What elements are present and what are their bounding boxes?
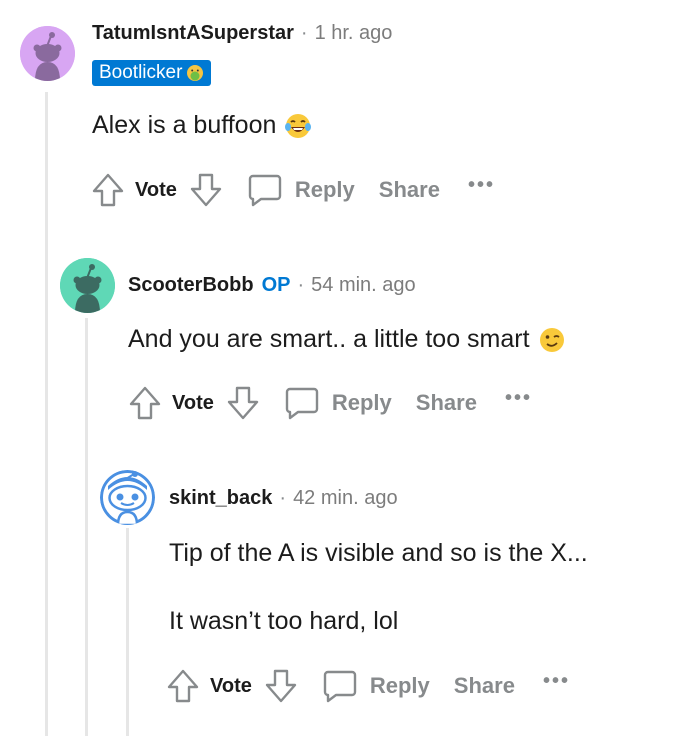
snoo-avatar-icon [100,470,155,525]
upvote-icon[interactable] [91,172,125,208]
avatar[interactable] [60,258,115,313]
reply-button[interactable]: Reply [322,668,430,704]
vote-count: Vote [172,391,214,414]
more-options-icon[interactable]: ••• [468,174,495,197]
comment-text-line: And you are smart.. a little too smart [128,325,530,353]
action-bar: Vote Reply Share ••• [91,172,495,208]
comment-header: ScooterBobb OP · 54 min. ago [128,274,416,297]
reply-button[interactable]: Reply [284,385,392,421]
vote-count: Vote [210,674,252,697]
nauseated-face-icon [187,65,204,81]
comment-text-line: Alex is a buffoon [92,111,277,139]
timestamp[interactable]: 42 min. ago [293,487,398,510]
downvote-icon[interactable] [226,385,260,421]
downvote-icon[interactable] [264,668,298,704]
comment-bubble-icon [285,387,319,420]
comment-body: And you are smart.. a little too smart [128,325,566,354]
flair-label: Bootlicker [99,62,183,83]
avatar[interactable] [100,470,155,525]
comment-bubble-icon [248,174,282,207]
snoo-avatar-icon [60,258,115,313]
meta-separator: · [279,487,287,509]
action-bar: Vote Reply Share ••• [166,668,570,704]
timestamp[interactable]: 1 hr. ago [315,22,393,45]
comment-bubble-icon [323,670,357,703]
avatar[interactable] [20,26,75,81]
more-options-icon[interactable]: ••• [543,670,570,693]
vote-count: Vote [135,178,177,201]
share-button[interactable]: Share [454,673,515,699]
comment-body-paragraph-2: It wasn’t too hard, lol [169,607,398,636]
reply-label: Reply [331,390,392,415]
reply-label: Reply [294,177,355,202]
op-badge: OP [261,274,291,296]
winking-face-icon [539,327,564,352]
comment-text-line: It wasn’t too hard, lol [169,607,399,635]
username-link[interactable]: TatumIsntASuperstar [92,22,294,45]
reply-label: Reply [369,673,430,698]
comment-body: Tip of the A is visible and so is the X.… [169,539,588,568]
comment-text-line: Tip of the A is visible and so is the X.… [169,539,588,567]
timestamp[interactable]: 54 min. ago [311,274,416,297]
user-flair: Bootlicker [92,60,212,86]
thread-line-level-3[interactable] [126,528,129,736]
snoo-avatar-icon [20,26,75,81]
comment-header: TatumIsntASuperstar · 1 hr. ago [92,22,392,45]
comment-header: skint_back · 42 min. ago [169,487,398,510]
action-bar: Vote Reply Share ••• [128,385,532,421]
meta-separator: · [297,274,305,296]
upvote-icon[interactable] [128,385,162,421]
share-button[interactable]: Share [416,390,477,416]
laughing-tears-icon [285,113,312,138]
reply-button[interactable]: Reply [247,172,355,208]
more-options-icon[interactable]: ••• [505,387,532,410]
share-button[interactable]: Share [379,177,440,203]
username-link[interactable]: skint_back [169,487,272,510]
username-link[interactable]: ScooterBobb [128,274,254,297]
upvote-icon[interactable] [166,668,200,704]
comment-body: Alex is a buffoon [92,111,312,140]
thread-line-level-2[interactable] [85,318,88,736]
meta-separator: · [300,22,308,44]
downvote-icon[interactable] [189,172,223,208]
thread-line-level-1[interactable] [45,92,48,736]
